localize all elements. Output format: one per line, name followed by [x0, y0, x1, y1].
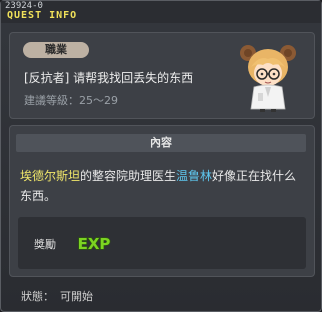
status-label: 狀態： [21, 290, 54, 303]
content-header: 內容 [16, 134, 306, 152]
window-title: QUEST INFO [7, 10, 78, 21]
reward-box: 獎勵 EXP [18, 217, 306, 269]
exp-icon-text: EXP [78, 235, 111, 253]
quest-info-window: 23924-0 QUEST INFO 職業 [反抗者] 请帮我找回丢失的东西 建… [0, 0, 322, 312]
quest-summary-panel: 職業 [反抗者] 请帮我找回丢失的东西 建議等級：25～29 [9, 32, 315, 119]
reward-label: 獎勵 [34, 238, 56, 251]
title-bar[interactable]: 23924-0 QUEST INFO [1, 1, 321, 23]
description-text: 的整容院助理医生 [80, 169, 177, 183]
job-badge: 職業 [23, 42, 89, 58]
npc-portrait [240, 45, 296, 112]
status-value: 可開始 [60, 290, 93, 303]
quest-status: 狀態： 可開始 [21, 288, 93, 304]
exp-icon: EXP [77, 234, 111, 253]
quest-name: [反抗者] 请帮我找回丢失的东西 [24, 71, 194, 85]
recommended-level: 建議等級：25～29 [24, 94, 118, 107]
content-panel: 內容 埃德尔斯坦的整容院助理医生温鲁林好像正在找什么东西。 獎勵 EXP [9, 125, 315, 277]
npc-name-highlight: 温鲁林 [176, 169, 213, 183]
location-highlight: 埃德尔斯坦 [20, 169, 81, 183]
quest-description: 埃德尔斯坦的整容院助理医生温鲁林好像正在找什么东西。 [20, 166, 300, 206]
